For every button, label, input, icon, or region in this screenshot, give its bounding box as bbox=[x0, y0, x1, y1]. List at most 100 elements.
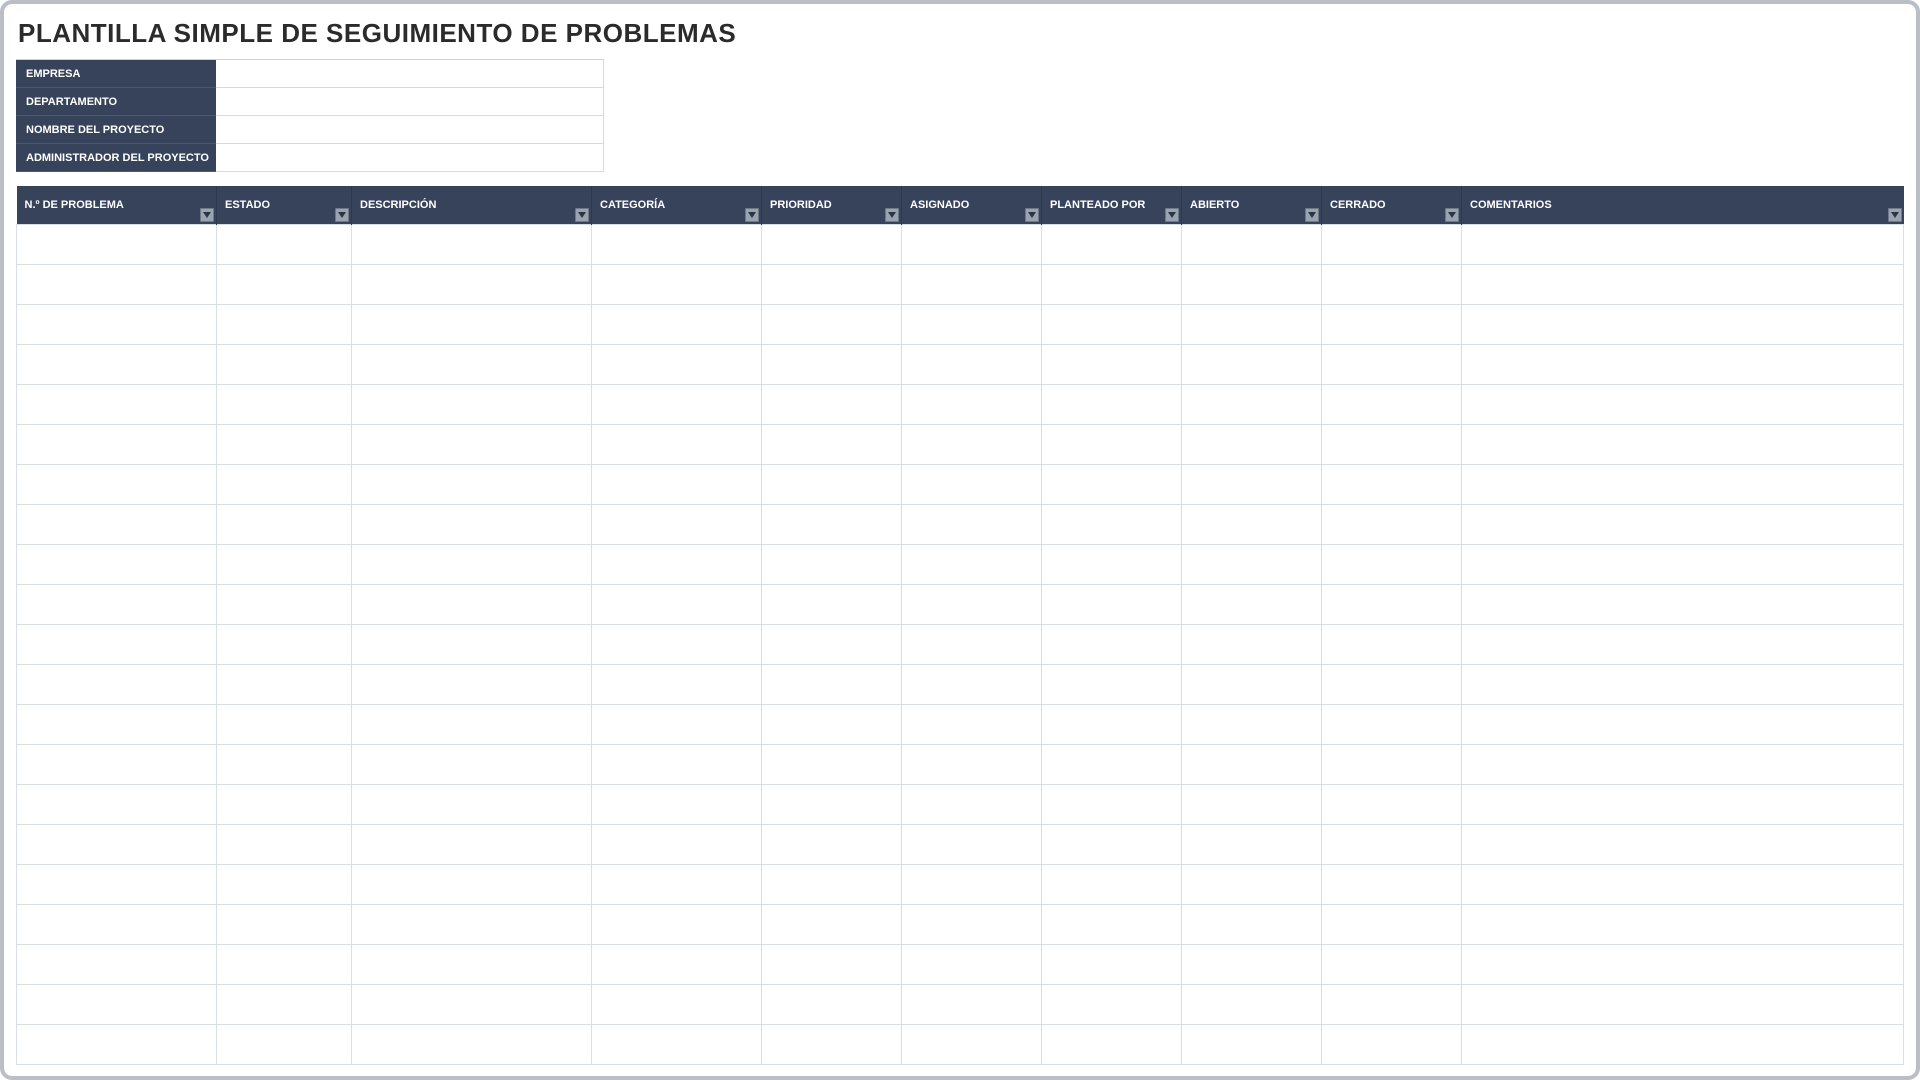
cell-assign[interactable] bbox=[902, 224, 1042, 264]
cell-status[interactable] bbox=[217, 264, 352, 304]
cell-open[interactable] bbox=[1182, 304, 1322, 344]
cell-prio[interactable] bbox=[762, 624, 902, 664]
cell-num[interactable] bbox=[17, 624, 217, 664]
cell-comments[interactable] bbox=[1462, 504, 1904, 544]
cell-closed[interactable] bbox=[1322, 984, 1462, 1024]
cell-comments[interactable] bbox=[1462, 704, 1904, 744]
cell-cat[interactable] bbox=[592, 864, 762, 904]
cell-open[interactable] bbox=[1182, 544, 1322, 584]
cell-raised[interactable] bbox=[1042, 224, 1182, 264]
cell-cat[interactable] bbox=[592, 944, 762, 984]
cell-closed[interactable] bbox=[1322, 704, 1462, 744]
cell-status[interactable] bbox=[217, 624, 352, 664]
cell-prio[interactable] bbox=[762, 824, 902, 864]
cell-prio[interactable] bbox=[762, 704, 902, 744]
cell-comments[interactable] bbox=[1462, 304, 1904, 344]
cell-prio[interactable] bbox=[762, 424, 902, 464]
cell-desc[interactable] bbox=[352, 544, 592, 584]
cell-assign[interactable] bbox=[902, 944, 1042, 984]
cell-status[interactable] bbox=[217, 424, 352, 464]
cell-cat[interactable] bbox=[592, 664, 762, 704]
meta-input-project-admin[interactable] bbox=[216, 144, 604, 172]
cell-status[interactable] bbox=[217, 304, 352, 344]
cell-status[interactable] bbox=[217, 744, 352, 784]
cell-closed[interactable] bbox=[1322, 344, 1462, 384]
cell-desc[interactable] bbox=[352, 624, 592, 664]
cell-comments[interactable] bbox=[1462, 544, 1904, 584]
cell-desc[interactable] bbox=[352, 944, 592, 984]
cell-prio[interactable] bbox=[762, 344, 902, 384]
cell-desc[interactable] bbox=[352, 864, 592, 904]
cell-comments[interactable] bbox=[1462, 784, 1904, 824]
cell-raised[interactable] bbox=[1042, 984, 1182, 1024]
cell-comments[interactable] bbox=[1462, 984, 1904, 1024]
cell-cat[interactable] bbox=[592, 224, 762, 264]
cell-cat[interactable] bbox=[592, 904, 762, 944]
cell-comments[interactable] bbox=[1462, 744, 1904, 784]
cell-closed[interactable] bbox=[1322, 384, 1462, 424]
cell-desc[interactable] bbox=[352, 224, 592, 264]
cell-cat[interactable] bbox=[592, 744, 762, 784]
cell-comments[interactable] bbox=[1462, 344, 1904, 384]
cell-open[interactable] bbox=[1182, 824, 1322, 864]
cell-desc[interactable] bbox=[352, 784, 592, 824]
cell-raised[interactable] bbox=[1042, 624, 1182, 664]
cell-cat[interactable] bbox=[592, 344, 762, 384]
cell-num[interactable] bbox=[17, 824, 217, 864]
cell-desc[interactable] bbox=[352, 1024, 592, 1064]
cell-desc[interactable] bbox=[352, 744, 592, 784]
cell-status[interactable] bbox=[217, 224, 352, 264]
cell-cat[interactable] bbox=[592, 704, 762, 744]
cell-raised[interactable] bbox=[1042, 264, 1182, 304]
cell-raised[interactable] bbox=[1042, 344, 1182, 384]
cell-open[interactable] bbox=[1182, 504, 1322, 544]
cell-prio[interactable] bbox=[762, 304, 902, 344]
cell-comments[interactable] bbox=[1462, 904, 1904, 944]
cell-desc[interactable] bbox=[352, 424, 592, 464]
filter-dropdown-desc[interactable] bbox=[575, 208, 589, 222]
cell-cat[interactable] bbox=[592, 304, 762, 344]
cell-raised[interactable] bbox=[1042, 864, 1182, 904]
cell-raised[interactable] bbox=[1042, 1024, 1182, 1064]
cell-cat[interactable] bbox=[592, 504, 762, 544]
cell-cat[interactable] bbox=[592, 984, 762, 1024]
cell-status[interactable] bbox=[217, 704, 352, 744]
cell-open[interactable] bbox=[1182, 664, 1322, 704]
cell-open[interactable] bbox=[1182, 944, 1322, 984]
cell-assign[interactable] bbox=[902, 784, 1042, 824]
cell-raised[interactable] bbox=[1042, 904, 1182, 944]
cell-num[interactable] bbox=[17, 504, 217, 544]
cell-num[interactable] bbox=[17, 864, 217, 904]
cell-num[interactable] bbox=[17, 984, 217, 1024]
cell-assign[interactable] bbox=[902, 304, 1042, 344]
col-header-num[interactable]: N.º DE PROBLEMA bbox=[17, 186, 217, 224]
cell-num[interactable] bbox=[17, 384, 217, 424]
cell-open[interactable] bbox=[1182, 864, 1322, 904]
cell-prio[interactable] bbox=[762, 904, 902, 944]
cell-open[interactable] bbox=[1182, 224, 1322, 264]
cell-num[interactable] bbox=[17, 424, 217, 464]
cell-closed[interactable] bbox=[1322, 584, 1462, 624]
cell-open[interactable] bbox=[1182, 744, 1322, 784]
cell-assign[interactable] bbox=[902, 584, 1042, 624]
col-header-assign[interactable]: ASIGNADO bbox=[902, 186, 1042, 224]
col-header-cat[interactable]: CATEGORÍA bbox=[592, 186, 762, 224]
cell-status[interactable] bbox=[217, 384, 352, 424]
meta-input-company[interactable] bbox=[216, 60, 604, 88]
cell-status[interactable] bbox=[217, 1024, 352, 1064]
cell-closed[interactable] bbox=[1322, 224, 1462, 264]
cell-desc[interactable] bbox=[352, 464, 592, 504]
cell-comments[interactable] bbox=[1462, 864, 1904, 904]
cell-raised[interactable] bbox=[1042, 504, 1182, 544]
cell-num[interactable] bbox=[17, 664, 217, 704]
cell-desc[interactable] bbox=[352, 584, 592, 624]
cell-raised[interactable] bbox=[1042, 544, 1182, 584]
cell-desc[interactable] bbox=[352, 264, 592, 304]
cell-status[interactable] bbox=[217, 904, 352, 944]
cell-status[interactable] bbox=[217, 824, 352, 864]
cell-closed[interactable] bbox=[1322, 544, 1462, 584]
cell-comments[interactable] bbox=[1462, 624, 1904, 664]
cell-open[interactable] bbox=[1182, 624, 1322, 664]
cell-open[interactable] bbox=[1182, 264, 1322, 304]
cell-num[interactable] bbox=[17, 224, 217, 264]
